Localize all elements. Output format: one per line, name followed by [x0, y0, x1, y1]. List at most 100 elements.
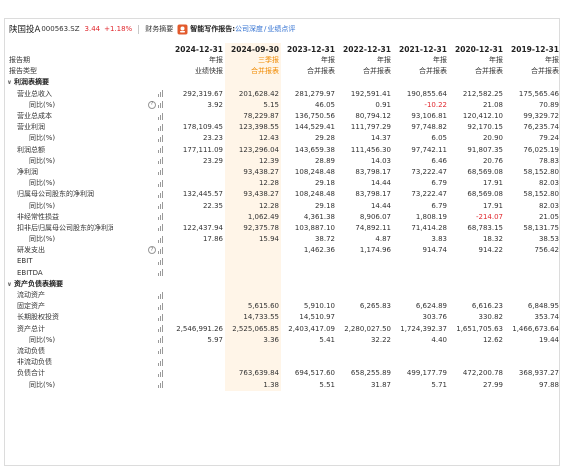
value-cell: 1,724,392.37: [400, 324, 447, 333]
stock-header: 陕国投A 000563.SZ 3.44 +1.18% 财务摘要 智能写作报告: …: [5, 19, 559, 39]
row-label: 非经常性损益: [17, 212, 59, 221]
value-cell: 5,615.60: [225, 301, 281, 313]
row-label: 同比(%): [29, 201, 56, 210]
row-label: 同比(%): [29, 380, 56, 389]
chevron-down-icon[interactable]: ∨: [7, 77, 14, 88]
bar-chart-icon[interactable]: [158, 179, 163, 187]
help-cell: [113, 346, 156, 357]
help-icon[interactable]: ?: [148, 246, 156, 255]
row-label: 营业利润: [17, 123, 45, 132]
row-label: 资产总计: [17, 324, 45, 333]
bar-chart-icon[interactable]: [158, 123, 163, 131]
value-cell: 97.88: [538, 380, 559, 389]
value-cell: 17.86: [202, 235, 223, 244]
bar-chart-icon[interactable]: [158, 291, 163, 299]
value-cell: [169, 77, 225, 88]
financial-summary-tab[interactable]: 财务摘要: [145, 24, 173, 34]
value-cell: 92,170.15: [467, 123, 503, 132]
date-header[interactable]: 2021-12-31: [393, 43, 449, 55]
bar-chart-icon[interactable]: [158, 358, 163, 366]
bar-chart-icon[interactable]: [158, 336, 163, 344]
date-header[interactable]: 2022-12-31: [337, 43, 393, 55]
value-cell: [337, 357, 393, 368]
table-row: EBIT: [5, 256, 559, 268]
bar-chart-icon[interactable]: [158, 381, 163, 389]
earnings-review-link[interactable]: 业绩点评: [267, 24, 295, 34]
bar-chart-icon[interactable]: [158, 325, 163, 333]
bar-chart-icon[interactable]: [158, 313, 163, 321]
date-header[interactable]: 2024-09-30: [225, 43, 281, 55]
value-cell: [169, 178, 225, 189]
row-label: 营业总成本: [17, 112, 52, 121]
bar-chart-icon[interactable]: [158, 347, 163, 355]
chart-cell: [156, 77, 169, 88]
chart-cell: [156, 189, 169, 200]
date-header[interactable]: 2024-12-31: [169, 43, 225, 55]
value-cell: 74,892.11: [355, 223, 391, 232]
value-cell: 38.72: [314, 235, 335, 244]
value-cell: 38.53: [538, 235, 559, 244]
bar-chart-icon[interactable]: [158, 146, 163, 154]
header-divider: [138, 24, 140, 34]
bar-chart-icon[interactable]: [158, 202, 163, 210]
row-label: 归属母公司股东的净利润: [17, 190, 94, 199]
help-cell: [113, 279, 156, 290]
bar-chart-icon[interactable]: [158, 224, 163, 232]
bar-chart-icon[interactable]: [158, 246, 163, 254]
help-icon[interactable]: ?: [148, 100, 156, 109]
bar-chart-icon[interactable]: [158, 369, 163, 377]
bar-chart-icon[interactable]: [158, 157, 163, 165]
value-cell: 70.89: [538, 100, 559, 109]
value-cell: 6,624.89: [415, 302, 447, 311]
value-cell: 58,152.80: [523, 167, 559, 176]
bar-chart-icon[interactable]: [158, 90, 163, 98]
date-header[interactable]: 2020-12-31: [449, 43, 505, 55]
date-header[interactable]: 2023-12-31: [281, 43, 337, 55]
section-row[interactable]: ∨ 资产负债表摘要: [5, 278, 559, 290]
value-cell: [281, 357, 337, 368]
value-cell: 58,131.75: [523, 223, 559, 232]
section-row[interactable]: ∨ 利润表摘要: [5, 77, 559, 89]
value-cell: [337, 279, 393, 290]
row-label: 同比(%): [29, 335, 56, 344]
row-label: EBIT: [17, 257, 33, 266]
chevron-down-icon[interactable]: ∨: [7, 279, 14, 290]
bar-chart-icon[interactable]: [158, 302, 163, 310]
bar-chart-icon[interactable]: [158, 168, 163, 176]
value-cell: [281, 346, 337, 357]
value-cell: [169, 245, 225, 256]
row-label: 负债合计: [17, 369, 45, 378]
value-cell: [169, 301, 225, 312]
bar-chart-icon[interactable]: [158, 269, 163, 277]
value-cell: 91,807.35: [467, 145, 503, 154]
value-cell: 17.91: [482, 179, 503, 188]
help-cell: [113, 379, 156, 390]
help-cell: [113, 357, 156, 368]
table-row: 长期股权投资 14,733.55 14,510.97 303.76 330.82 353.…: [5, 312, 559, 324]
value-cell: 281,279.97: [294, 89, 335, 98]
value-cell: 5.41: [319, 335, 335, 344]
chart-cell: [156, 223, 169, 234]
company-depth-link[interactable]: 公司深度: [235, 24, 263, 34]
bar-chart-icon[interactable]: [158, 134, 163, 142]
value-cell: 5,910.10: [303, 302, 335, 311]
bar-chart-icon[interactable]: [158, 101, 163, 109]
value-cell: [281, 290, 337, 301]
bar-chart-icon[interactable]: [158, 112, 163, 120]
bar-chart-icon[interactable]: [158, 213, 163, 221]
bar-chart-icon[interactable]: [158, 190, 163, 198]
value-cell: 21.08: [482, 100, 503, 109]
section-title: 资产负债表摘要: [14, 279, 63, 288]
date-header[interactable]: 2019-12-31: [505, 43, 559, 55]
value-cell: [449, 77, 505, 88]
row-label: 研发支出: [17, 246, 45, 255]
bar-chart-icon[interactable]: [158, 235, 163, 243]
chart-cell: [156, 368, 169, 379]
bar-chart-icon[interactable]: [158, 257, 163, 265]
value-cell: 1,462.36: [303, 246, 335, 255]
value-cell: 3.92: [207, 100, 223, 109]
value-cell: [225, 345, 281, 358]
value-cell: 76,235.74: [523, 123, 559, 132]
chart-cell: [156, 234, 169, 245]
report-type-cell: 合并报表: [475, 67, 503, 76]
